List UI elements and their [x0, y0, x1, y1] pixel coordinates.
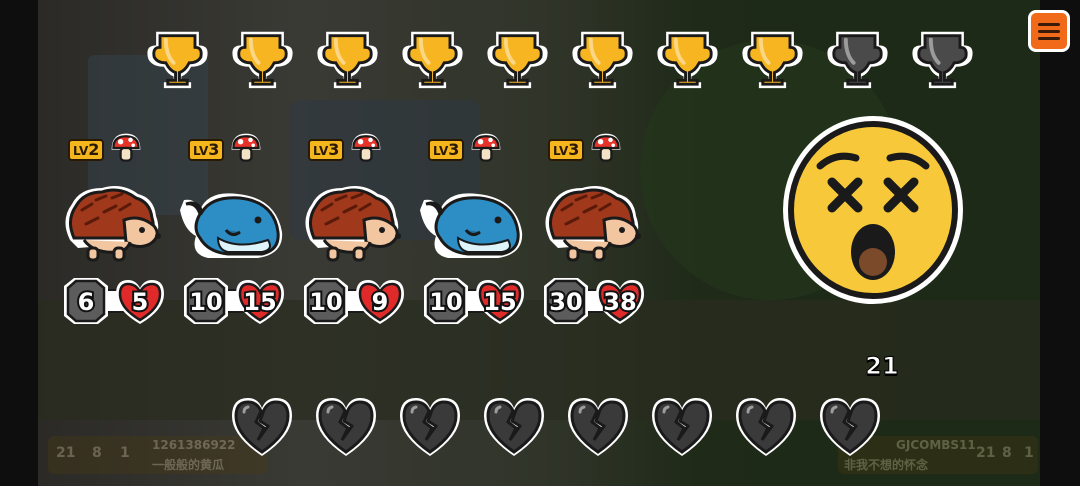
unit-level-row: LV3 [308, 130, 384, 170]
unit-stats: 65 [64, 278, 164, 324]
trophy-icon [482, 24, 553, 92]
lives-row [230, 396, 882, 458]
level-badge: LV3 [188, 139, 225, 161]
attack-value: 10 [309, 288, 342, 316]
trophy-row [142, 24, 978, 92]
unit-stats: 10 15 [184, 278, 284, 324]
hedgehog-icon [58, 180, 168, 270]
hedgehog-icon [538, 180, 648, 270]
mushroom-icon [348, 130, 384, 170]
turn-counter: 21 [865, 352, 899, 381]
broken-heart-icon [482, 396, 546, 458]
broken-heart-icon [398, 396, 462, 458]
footer-right-lives: 1 [1024, 445, 1034, 461]
unit-stats: 30 38 [544, 278, 644, 324]
footer-right-trophies: 8 [1002, 445, 1012, 461]
menu-line [1038, 36, 1060, 40]
hamburger-menu-icon[interactable] [1028, 10, 1070, 52]
menu-line [1038, 29, 1060, 33]
level-value: 3 [568, 140, 580, 159]
mushroom-icon [588, 130, 624, 170]
hedgehog-icon [298, 180, 408, 270]
trophy-icon [652, 24, 723, 92]
footer-left-trophies: 8 [92, 445, 102, 461]
level-badge: LV2 [68, 139, 105, 161]
footer-left-name: 一般般的黄瓜 [152, 458, 225, 472]
trophy-empty-icon [822, 24, 893, 92]
footer-left-id: 1261386922 [152, 438, 236, 452]
health-value: 9 [372, 288, 389, 316]
attack-value: 10 [429, 288, 462, 316]
unit-level-row: LV3 [428, 130, 504, 170]
level-badge: LV3 [308, 139, 345, 161]
broken-heart-icon [650, 396, 714, 458]
dizzy-face-icon [783, 116, 963, 304]
unit-stats: 10 9 [304, 278, 404, 324]
level-value: 3 [208, 140, 220, 159]
trophy-icon [142, 24, 213, 92]
trophy-icon [312, 24, 383, 92]
level-prefix: LV [193, 144, 209, 158]
attack-value: 6 [78, 288, 95, 316]
broken-heart-icon [818, 396, 882, 458]
level-value: 2 [88, 140, 100, 159]
footer-right-name: 非我不想的怀念 [844, 458, 929, 472]
broken-heart-icon [734, 396, 798, 458]
trophy-icon [737, 24, 808, 92]
footer-right-turn: 21 [976, 445, 996, 461]
attack-value: 10 [189, 288, 222, 316]
game-stage: 21 8 1 1261386922 一般般的黄瓜 GJCOMBS11 非我不想的… [0, 0, 1080, 486]
health-value: 5 [132, 288, 149, 316]
attack-value: 30 [549, 288, 582, 316]
broken-heart-icon [230, 396, 294, 458]
level-value: 3 [448, 140, 460, 159]
level-prefix: LV [73, 144, 89, 158]
trophy-icon [227, 24, 298, 92]
whale-icon [178, 180, 288, 270]
footer-left-lives: 1 [120, 445, 130, 461]
health-value: 15 [243, 288, 276, 316]
trophy-icon [567, 24, 638, 92]
unit-level-row: LV3 [548, 130, 624, 170]
level-badge: LV3 [548, 139, 585, 161]
trophy-icon [397, 24, 468, 92]
mushroom-icon [108, 130, 144, 170]
unit-level-row: LV3 [188, 130, 264, 170]
health-value: 15 [483, 288, 516, 316]
level-prefix: LV [313, 144, 329, 158]
unit-level-row: LV2 [68, 130, 144, 170]
menu-line [1038, 22, 1060, 26]
health-value: 38 [603, 288, 636, 316]
level-prefix: LV [433, 144, 449, 158]
unit-stats: 10 15 [424, 278, 524, 324]
mushroom-icon [468, 130, 504, 170]
footer-right-id: GJCOMBS11 [896, 438, 976, 452]
level-badge: LV3 [428, 139, 465, 161]
mushroom-icon [228, 130, 264, 170]
level-value: 3 [328, 140, 340, 159]
whale-icon [418, 180, 528, 270]
footer-left-turn: 21 [56, 445, 76, 461]
broken-heart-icon [566, 396, 630, 458]
broken-heart-icon [314, 396, 378, 458]
trophy-empty-icon [907, 24, 978, 92]
level-prefix: LV [553, 144, 569, 158]
